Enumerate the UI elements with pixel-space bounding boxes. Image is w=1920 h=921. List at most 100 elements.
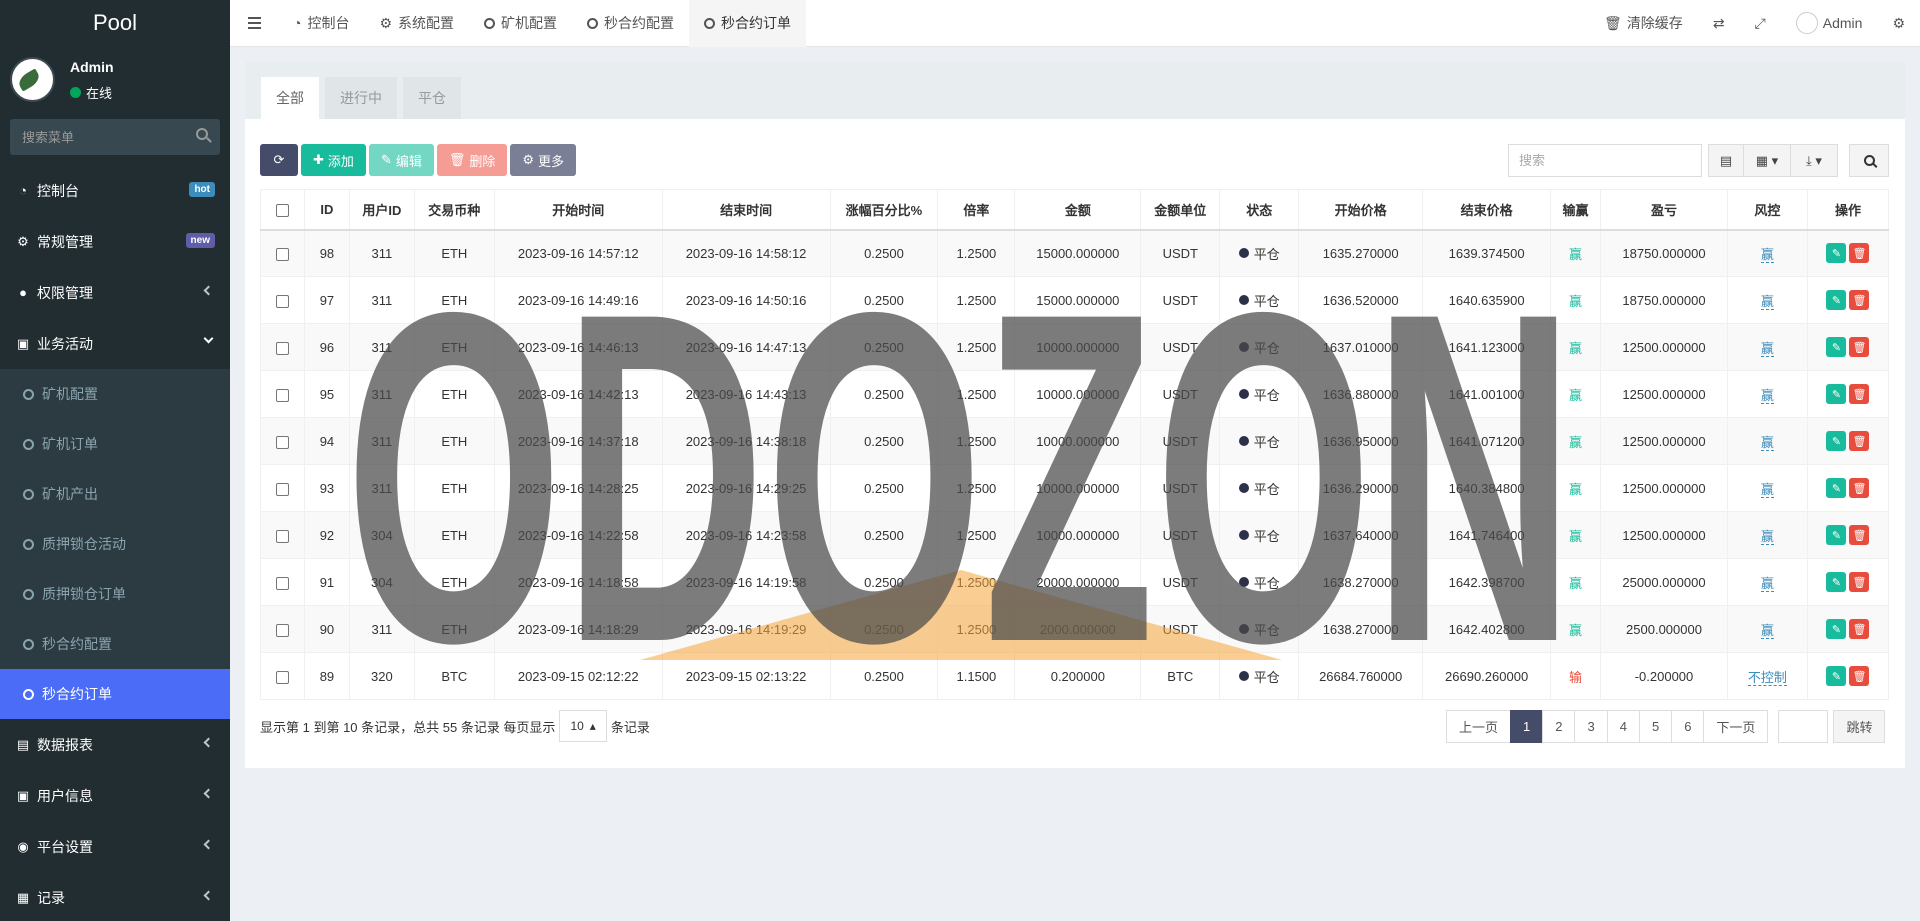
table-row[interactable]: 95 311 ETH 2023-09-16 14:42:13 2023-09-16 14… — [260, 370, 1890, 418]
row-checkbox[interactable] — [275, 388, 289, 402]
sidebar-item-miner-orders[interactable]: 矿机订单 — [0, 419, 230, 469]
delete-row-button[interactable]: 🗑 — [1849, 337, 1870, 357]
edit-row-button[interactable]: ✎ — [1826, 666, 1847, 686]
sidebar-item-staking-activity[interactable]: 质押锁仓活动 — [0, 519, 230, 569]
delete-row-button[interactable]: 🗑 — [1849, 431, 1870, 451]
edit-row-button[interactable]: ✎ — [1826, 525, 1847, 545]
risk-control-link[interactable]: 不控制 — [1747, 669, 1787, 686]
page-size-select[interactable]: 10 ▴ — [559, 710, 607, 742]
risk-control-link[interactable]: 赢 — [1760, 481, 1774, 498]
refresh-button[interactable]: ⟳ — [260, 144, 298, 176]
column-header[interactable]: 用户ID — [348, 189, 415, 231]
column-header[interactable]: 结束时间 — [661, 189, 831, 231]
jump-button[interactable]: 跳转 — [1833, 710, 1886, 743]
row-checkbox[interactable] — [275, 482, 289, 496]
sidebar-item-staking-orders[interactable]: 质押锁仓订单 — [0, 569, 230, 619]
page-2-button[interactable]: 2 — [1542, 710, 1576, 743]
sidebar-item-records[interactable]: ▦ 记录 — [0, 872, 230, 921]
add-button[interactable]: ✚ 添加 — [301, 144, 366, 176]
tab-dashboard[interactable]: ◔ 控制台 — [278, 0, 364, 47]
columns-button[interactable]: ▦ ▾ — [1743, 144, 1791, 177]
next-page-button[interactable]: 下一页 — [1703, 710, 1769, 743]
menu-search-input[interactable] — [10, 119, 220, 155]
column-header[interactable]: 输赢 — [1550, 189, 1602, 231]
row-checkbox[interactable] — [275, 529, 289, 543]
table-row[interactable]: 90 311 ETH 2023-09-16 14:18:29 2023-09-16 14… — [260, 605, 1890, 653]
sidebar-item-miner-output[interactable]: 矿机产出 — [0, 469, 230, 519]
column-header[interactable]: 状态 — [1219, 189, 1300, 231]
edit-row-button[interactable]: ✎ — [1826, 572, 1847, 592]
table-row[interactable]: 89 320 BTC 2023-09-15 02:12:22 2023-09-15 02… — [260, 652, 1890, 700]
page-5-button[interactable]: 5 — [1638, 710, 1673, 743]
column-header[interactable]: 结束价格 — [1422, 189, 1552, 231]
edit-row-button[interactable]: ✎ — [1826, 243, 1847, 264]
delete-row-button[interactable]: 🗑 — [1849, 572, 1870, 592]
sidebar-item-contract-orders[interactable]: 秒合约订单 — [0, 669, 230, 719]
column-header[interactable]: ID — [303, 189, 350, 231]
sidebar-item-dashboard[interactable]: ◔ 控制台 hot — [0, 165, 230, 216]
page-jump-input[interactable] — [1778, 710, 1829, 743]
page-4-button[interactable]: 4 — [1606, 710, 1640, 743]
delete-row-button[interactable]: 🗑 — [1849, 290, 1870, 310]
delete-row-button[interactable]: 🗑 — [1849, 619, 1870, 639]
edit-row-button[interactable]: ✎ — [1826, 478, 1847, 498]
search-button[interactable] — [1849, 144, 1889, 177]
column-header[interactable]: 倍率 — [937, 189, 1016, 231]
search-icon[interactable] — [196, 128, 208, 140]
column-header[interactable]: 风控 — [1726, 189, 1808, 231]
row-checkbox[interactable] — [275, 247, 289, 261]
row-checkbox[interactable] — [275, 576, 289, 590]
column-header[interactable]: 开始价格 — [1298, 189, 1424, 231]
risk-control-link[interactable]: 赢 — [1760, 246, 1774, 263]
sidebar-item-miner-config[interactable]: 矿机配置 — [0, 369, 230, 419]
fullscreen-button[interactable]: ⤢ — [1740, 15, 1781, 32]
risk-control-link[interactable]: 赢 — [1760, 528, 1774, 545]
edit-row-button[interactable]: ✎ — [1826, 619, 1847, 639]
more-button[interactable]: ⚙ 更多 — [510, 144, 577, 176]
row-checkbox[interactable] — [275, 341, 289, 355]
risk-control-link[interactable]: 赢 — [1760, 575, 1774, 592]
delete-row-button[interactable]: 🗑 — [1849, 478, 1870, 498]
row-checkbox[interactable] — [275, 294, 289, 308]
tab-all[interactable]: 全部 — [261, 77, 319, 119]
select-all-header[interactable] — [260, 189, 305, 231]
edit-row-button[interactable]: ✎ — [1826, 337, 1847, 357]
page-1-button[interactable]: 1 — [1510, 710, 1544, 743]
table-search-input[interactable] — [1508, 144, 1702, 177]
column-header[interactable]: 操作 — [1806, 189, 1890, 231]
risk-control-link[interactable]: 赢 — [1760, 622, 1774, 639]
tab-miner-config[interactable]: 矿机配置 — [469, 0, 572, 47]
sidebar-item-reports[interactable]: ▤ 数据报表 — [0, 719, 230, 770]
column-header[interactable]: 交易币种 — [413, 189, 495, 231]
sidebar-item-contract-config[interactable]: 秒合约配置 — [0, 619, 230, 669]
risk-control-link[interactable]: 赢 — [1760, 387, 1774, 404]
risk-control-link[interactable]: 赢 — [1760, 293, 1774, 310]
delete-row-button[interactable]: 🗑 — [1849, 525, 1870, 545]
page-3-button[interactable]: 3 — [1574, 710, 1608, 743]
tab-closed[interactable]: 平仓 — [403, 77, 461, 119]
tab-contract-config[interactable]: 秒合约配置 — [572, 0, 689, 47]
delete-row-button[interactable]: 🗑 — [1849, 243, 1870, 264]
table-row[interactable]: 98 311 ETH 2023-09-16 14:57:12 2023-09-16 14… — [260, 229, 1890, 277]
prev-page-button[interactable]: 上一页 — [1446, 710, 1512, 743]
edit-row-button[interactable]: ✎ — [1826, 290, 1847, 310]
edit-row-button[interactable]: ✎ — [1826, 384, 1847, 404]
delete-row-button[interactable]: 🗑 — [1849, 666, 1870, 686]
language-button[interactable]: ⇄ — [1698, 15, 1740, 32]
row-checkbox[interactable] — [275, 670, 289, 684]
column-header[interactable]: 开始时间 — [493, 189, 663, 231]
settings-button[interactable]: ⚙ — [1877, 15, 1920, 32]
page-6-button[interactable]: 6 — [1671, 710, 1705, 743]
risk-control-link[interactable]: 赢 — [1760, 340, 1774, 357]
column-header[interactable]: 金额 — [1014, 189, 1142, 231]
table-row[interactable]: 91 304 ETH 2023-09-16 14:18:58 2023-09-16 14… — [260, 558, 1890, 606]
edit-row-button[interactable]: ✎ — [1826, 431, 1847, 451]
delete-button[interactable]: 🗑 删除 — [436, 144, 508, 176]
clear-cache-button[interactable]: 🗑 清除缓存 — [1589, 13, 1698, 33]
admin-menu[interactable]: Admin — [1781, 12, 1878, 34]
column-header[interactable]: 盈亏 — [1600, 189, 1728, 231]
sidebar-item-business[interactable]: ▣ 业务活动 — [0, 318, 230, 369]
table-row[interactable]: 96 311 ETH 2023-09-16 14:46:13 2023-09-16 14… — [260, 323, 1890, 371]
tab-contract-orders[interactable]: 秒合约订单 — [689, 0, 807, 47]
tab-system-config[interactable]: ⚙ 系统配置 — [364, 0, 469, 47]
